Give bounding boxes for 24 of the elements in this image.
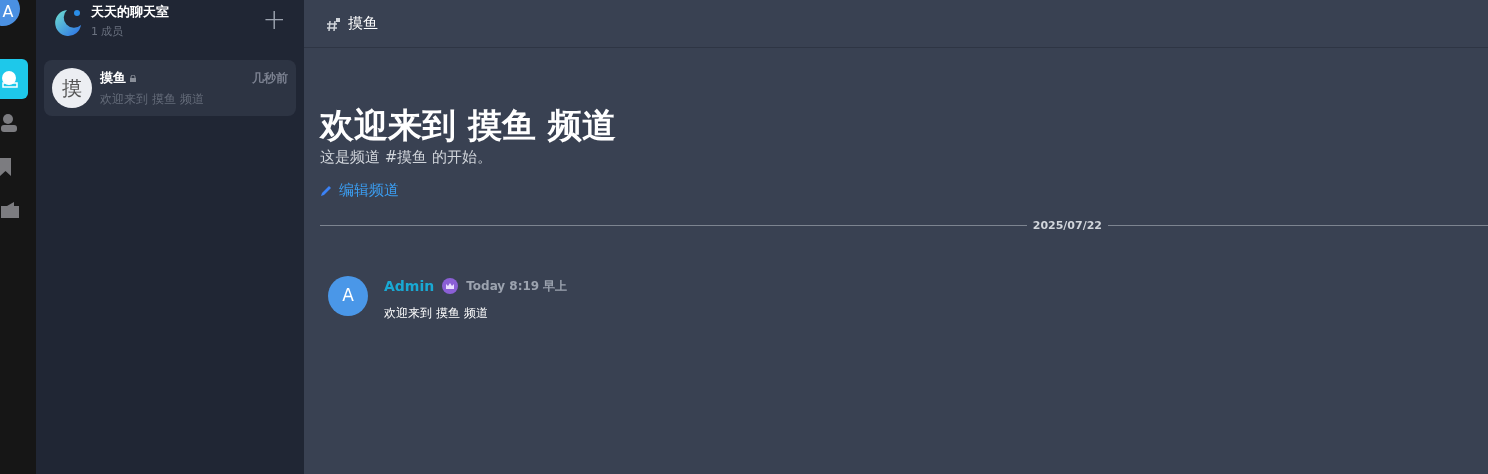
bookmark-icon: [0, 158, 11, 176]
chat-icon: [0, 69, 20, 89]
channel-name: 摸鱼: [100, 69, 126, 88]
date-divider: 2025/07/22: [1031, 217, 1103, 234]
add-button[interactable]: +: [262, 6, 286, 34]
nav-button[interactable]: [0, 59, 28, 99]
pencil-icon: [320, 183, 333, 197]
welcome-title: 欢迎来到 摸鱼 频道: [320, 104, 617, 147]
folder-icon: [0, 201, 20, 221]
author-name[interactable]: Admin: [384, 275, 435, 297]
message-text: 欢迎来到 摸鱼 频道: [384, 305, 489, 322]
channel-avatar: 摸: [52, 68, 92, 108]
channel-time: 几秒前: [252, 70, 288, 87]
person-icon: [0, 113, 20, 133]
user-avatar[interactable]: A: [0, 0, 20, 26]
member-count: 1 成员: [91, 24, 125, 40]
welcome-subtitle: 这是频道 #摸鱼 的开始。: [320, 147, 494, 167]
message-time: Today 8:19 早上: [466, 278, 568, 295]
channel-title: 摸鱼: [348, 13, 378, 35]
group-logo-icon: [53, 8, 83, 38]
locked-channel-icon: [326, 15, 342, 32]
edit-channel-link[interactable]: 编辑频道: [320, 179, 399, 202]
group-name: 天天的聊天室: [91, 3, 170, 21]
user-avatar[interactable]: A: [328, 276, 368, 316]
